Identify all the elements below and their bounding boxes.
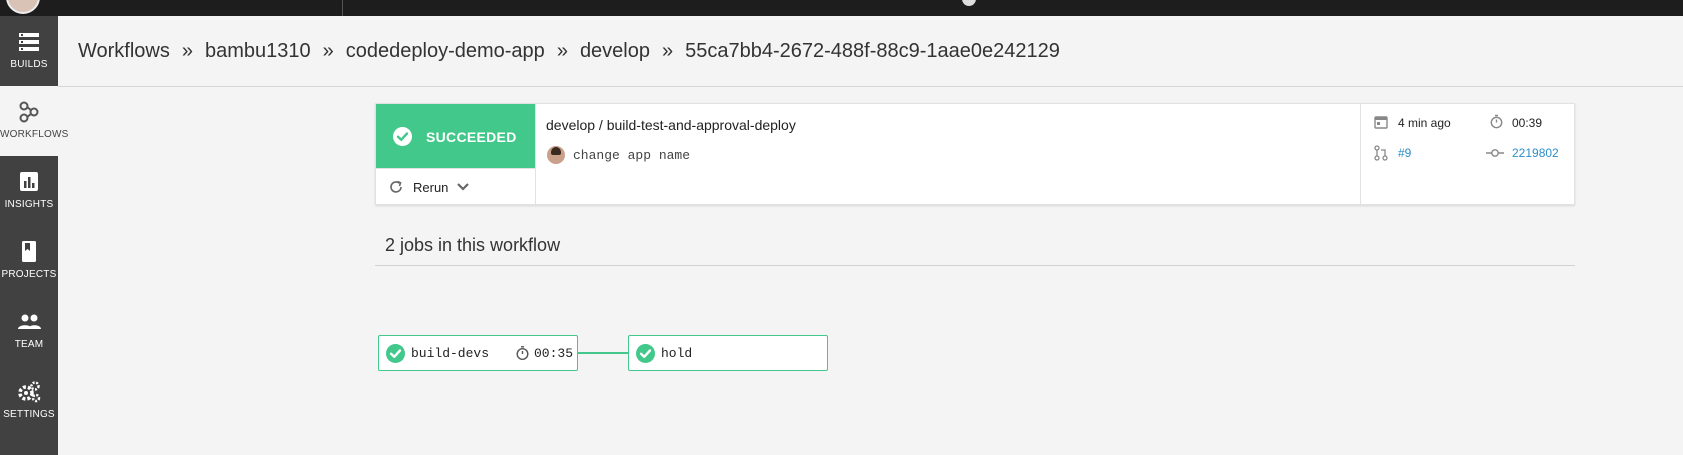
- sidebar-item-label: SETTINGS: [3, 409, 55, 420]
- sidebar-item-label: TEAM: [14, 339, 44, 350]
- breadcrumb-separator: »: [556, 40, 568, 62]
- sidebar-item-projects[interactable]: PROJECTS: [0, 226, 58, 296]
- jobs-divider: [375, 265, 1575, 266]
- jobs-section-title: 2 jobs in this workflow: [385, 235, 561, 255]
- settings-icon: [18, 381, 41, 403]
- sidebar-item-label: WORKFLOWS: [0, 129, 69, 140]
- sidebar-item-settings[interactable]: SETTINGS: [0, 366, 58, 436]
- top-bar-divider: [342, 0, 343, 16]
- chevron-down-icon[interactable]: [456, 181, 470, 193]
- card-divider: [535, 104, 536, 205]
- commit-icon: [1486, 149, 1504, 157]
- page-header: Workflows » bambu1310 » codedeploy-demo-app »…: [58, 16, 1683, 87]
- top-bar: [0, 0, 1683, 16]
- team-icon: [18, 314, 41, 329]
- workflow-summary-card: SUCCEEDED Rerun develop / build-test-and…: [375, 103, 1575, 205]
- job-build-devs[interactable]: build-devs 00:35: [378, 335, 578, 371]
- sidebar-nav: BUILDS WORKFLOWS INSIGHTS PROJECTS TEAM …: [0, 16, 69, 455]
- breadcrumb-separator: »: [662, 40, 674, 62]
- workflow-duration: 00:39: [1512, 116, 1543, 130]
- job-connector: [577, 352, 628, 354]
- stopwatch-icon: [1490, 114, 1503, 129]
- status-text: SUCCEEDED: [426, 129, 517, 145]
- sidebar-item-workflows[interactable]: WORKFLOWS: [0, 86, 69, 156]
- builds-icon: [19, 33, 39, 51]
- job-name: build-devs: [411, 346, 490, 361]
- sidebar-item-builds[interactable]: BUILDS: [0, 16, 58, 86]
- job-hold[interactable]: hold: [628, 335, 828, 371]
- sidebar-item-team[interactable]: TEAM: [0, 296, 58, 366]
- sidebar-item-label: BUILDS: [10, 59, 48, 70]
- sidebar-item-label: PROJECTS: [1, 269, 57, 280]
- job-name: hold: [661, 346, 693, 361]
- breadcrumb-separator: »: [181, 40, 193, 62]
- breadcrumb-org[interactable]: bambu1310: [205, 40, 311, 62]
- status-badge: SUCCEEDED: [376, 104, 536, 168]
- breadcrumb: Workflows » bambu1310 » codedeploy-demo-app »…: [78, 40, 1060, 63]
- breadcrumb-separator: »: [322, 40, 334, 62]
- calendar-icon: [1374, 116, 1388, 129]
- refresh-icon: [390, 180, 402, 193]
- breadcrumb-branch[interactable]: develop: [580, 40, 650, 62]
- commit-hash-link[interactable]: 2219802: [1512, 146, 1559, 160]
- stopwatch-icon: [516, 346, 529, 361]
- breadcrumb-workflow-id: 55ca7bb4-2672-488f-88c9-1aae0e242129: [685, 40, 1060, 62]
- rerun-label: Rerun: [413, 180, 449, 195]
- workflows-icon: [19, 101, 39, 123]
- time-ago: 4 min ago: [1398, 116, 1451, 130]
- rerun-button[interactable]: Rerun: [376, 168, 536, 205]
- workflow-title[interactable]: develop / build-test-and-approval-deploy: [546, 117, 796, 133]
- check-circle-icon: [636, 344, 655, 363]
- commit-message: change app name: [573, 148, 691, 163]
- sidebar-item-insights[interactable]: INSIGHTS: [0, 156, 58, 226]
- breadcrumb-workflows[interactable]: Workflows: [78, 40, 170, 62]
- check-circle-icon: [386, 344, 405, 363]
- check-circle-icon: [393, 127, 412, 146]
- user-avatar[interactable]: [6, 0, 40, 14]
- breadcrumb-project[interactable]: codedeploy-demo-app: [346, 40, 545, 62]
- projects-icon: [22, 241, 36, 262]
- workflow-meta: 4 min ago 00:39 #9 2219802: [1360, 104, 1575, 205]
- insights-icon: [20, 172, 38, 191]
- committer-avatar: [547, 146, 565, 164]
- sidebar-item-label: INSIGHTS: [4, 199, 54, 210]
- pull-request-icon: [1374, 145, 1388, 161]
- pull-request-link[interactable]: #9: [1398, 146, 1411, 160]
- top-bar-indicator: [962, 0, 976, 6]
- job-duration: 00:35: [534, 346, 574, 361]
